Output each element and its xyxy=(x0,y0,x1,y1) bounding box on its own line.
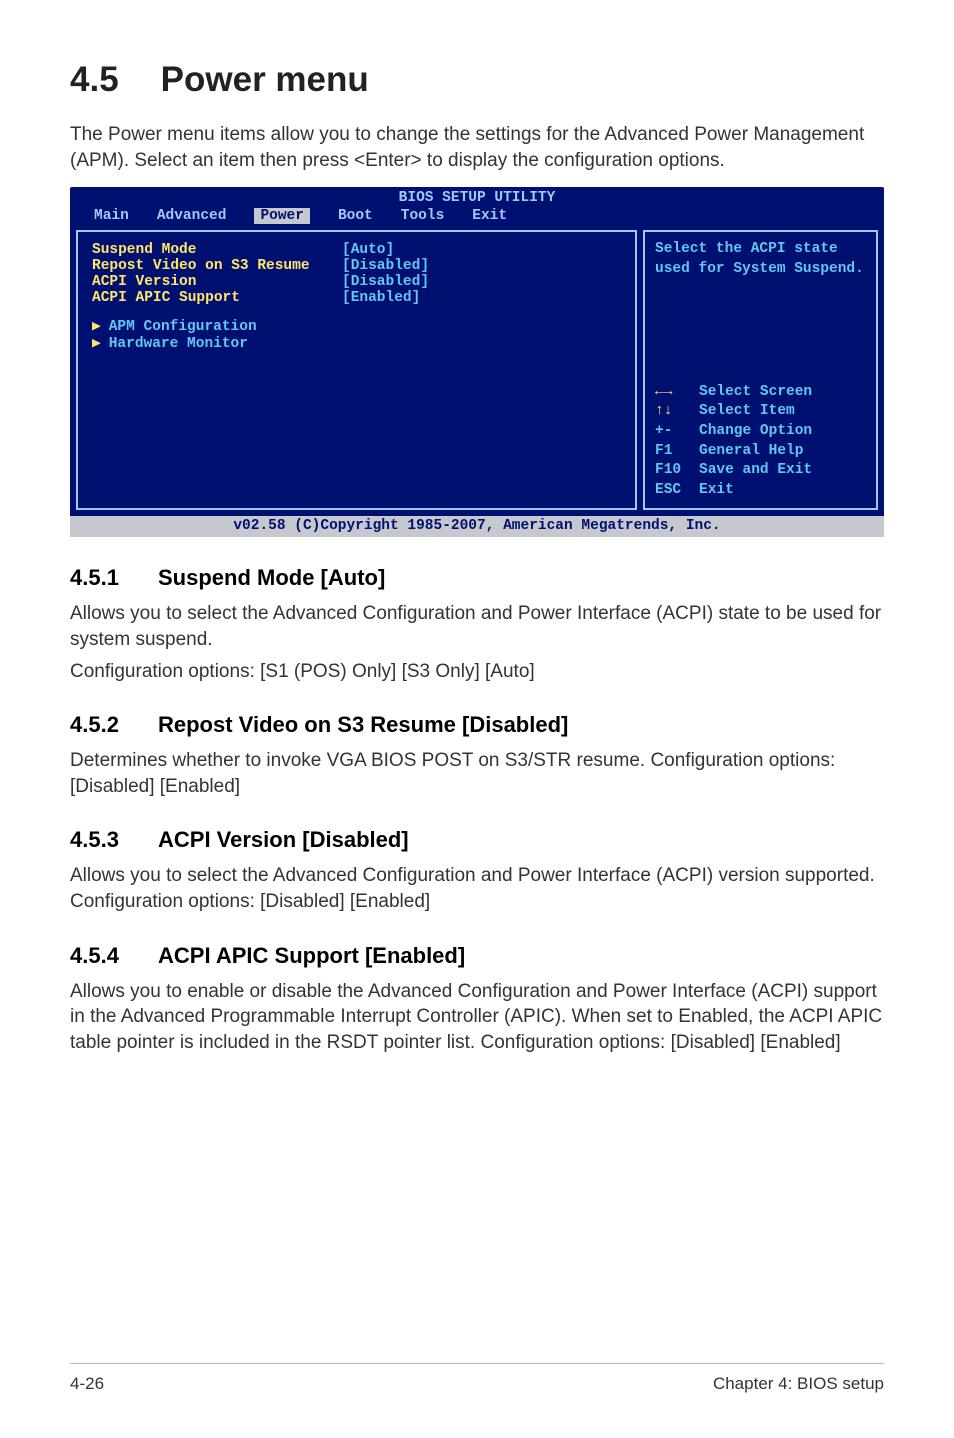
bios-option-suspend-mode[interactable]: Suspend Mode [Auto] xyxy=(92,242,621,258)
subsection-para: Allows you to enable or disable the Adva… xyxy=(70,979,884,1056)
bios-submenu-label: Hardware Monitor xyxy=(109,336,248,352)
chapter-label: Chapter 4: BIOS setup xyxy=(713,1374,884,1394)
bios-option-value: [Enabled] xyxy=(342,290,420,306)
bios-screenshot: BIOS SETUP UTILITY Main Advanced Power B… xyxy=(70,187,884,537)
legend-key-f1: F1 xyxy=(655,442,699,462)
submenu-arrow-icon: ▶ xyxy=(92,336,101,352)
bios-tab-exit[interactable]: Exit xyxy=(472,208,507,224)
subsection-heading-453: 4.5.3ACPI Version [Disabled] xyxy=(70,827,884,853)
legend-desc: General Help xyxy=(699,443,803,459)
legend-desc: Exit xyxy=(699,482,734,498)
bios-tab-boot[interactable]: Boot xyxy=(338,208,373,224)
legend-key-arrows-lr: ←→ xyxy=(655,383,699,403)
subsection-heading-452: 4.5.2Repost Video on S3 Resume [Disabled… xyxy=(70,712,884,738)
legend-key-esc: ESC xyxy=(655,481,699,501)
subsection-para: Determines whether to invoke VGA BIOS PO… xyxy=(70,748,884,799)
subsection-para: Allows you to select the Advanced Config… xyxy=(70,601,884,652)
bios-submenu-hwmonitor[interactable]: ▶ Hardware Monitor xyxy=(92,335,621,352)
legend-desc: Select Item xyxy=(699,403,795,419)
legend-key-f10: F10 xyxy=(655,461,699,481)
bios-option-value: [Disabled] xyxy=(342,258,429,274)
legend-key-arrows-ud: ↑↓ xyxy=(655,402,699,422)
subsection-number: 4.5.4 xyxy=(70,943,158,969)
subsection-number: 4.5.3 xyxy=(70,827,158,853)
subsection-number: 4.5.2 xyxy=(70,712,158,738)
page-number: 4-26 xyxy=(70,1374,104,1394)
subsection-title: Suspend Mode [Auto] xyxy=(158,565,385,590)
bios-tab-tools[interactable]: Tools xyxy=(401,208,445,224)
bios-left-pane: Suspend Mode [Auto] Repost Video on S3 R… xyxy=(76,230,637,510)
subsection-number: 4.5.1 xyxy=(70,565,158,591)
legend-row: +-Change Option xyxy=(655,422,866,442)
section-heading: 4.5 Power menu xyxy=(70,60,884,100)
legend-row: F1General Help xyxy=(655,442,866,462)
bios-option-value: [Auto] xyxy=(342,242,394,258)
bios-legend: ←→Select Screen ↑↓Select Item +-Change O… xyxy=(655,383,866,500)
section-intro: The Power menu items allow you to change… xyxy=(70,122,884,173)
subsection-heading-454: 4.5.4ACPI APIC Support [Enabled] xyxy=(70,943,884,969)
subsection-title: Repost Video on S3 Resume [Disabled] xyxy=(158,712,568,737)
bios-option-label: Suspend Mode xyxy=(92,242,342,258)
bios-right-pane: Select the ACPI state used for System Su… xyxy=(643,230,878,510)
bios-option-repost-video[interactable]: Repost Video on S3 Resume [Disabled] xyxy=(92,258,621,274)
bios-tab-power[interactable]: Power xyxy=(254,208,310,224)
bios-title: BIOS SETUP UTILITY xyxy=(70,187,884,206)
legend-row: ←→Select Screen xyxy=(655,383,866,403)
legend-desc: Save and Exit xyxy=(699,462,812,478)
bios-option-label: Repost Video on S3 Resume xyxy=(92,258,342,274)
legend-desc: Change Option xyxy=(699,423,812,439)
subsection-para: Configuration options: [S1 (POS) Only] [… xyxy=(70,659,884,685)
legend-row: ESCExit xyxy=(655,481,866,501)
page-footer: 4-26 Chapter 4: BIOS setup xyxy=(70,1363,884,1394)
bios-submenu-apm[interactable]: ▶ APM Configuration xyxy=(92,318,621,335)
bios-option-label: ACPI APIC Support xyxy=(92,290,342,306)
bios-tab-bar: Main Advanced Power Boot Tools Exit xyxy=(70,206,884,230)
bios-help-text: Select the ACPI state used for System Su… xyxy=(655,240,866,279)
bios-option-acpi-apic[interactable]: ACPI APIC Support [Enabled] xyxy=(92,290,621,306)
section-title-text: Power menu xyxy=(161,60,369,99)
bios-option-acpi-version[interactable]: ACPI Version [Disabled] xyxy=(92,274,621,290)
bios-submenu-label: APM Configuration xyxy=(109,319,257,335)
legend-key-plusminus: +- xyxy=(655,422,699,442)
subsection-title: ACPI Version [Disabled] xyxy=(158,827,409,852)
subsection-para: Allows you to select the Advanced Config… xyxy=(70,863,884,914)
bios-tab-main[interactable]: Main xyxy=(94,208,129,224)
legend-row: ↑↓Select Item xyxy=(655,402,866,422)
submenu-arrow-icon: ▶ xyxy=(92,319,101,335)
legend-row: F10Save and Exit xyxy=(655,461,866,481)
legend-desc: Select Screen xyxy=(699,384,812,400)
subsection-title: ACPI APIC Support [Enabled] xyxy=(158,943,465,968)
bios-tab-advanced[interactable]: Advanced xyxy=(157,208,227,224)
bios-option-value: [Disabled] xyxy=(342,274,429,290)
section-number: 4.5 xyxy=(70,60,119,99)
bios-option-label: ACPI Version xyxy=(92,274,342,290)
bios-footer: v02.58 (C)Copyright 1985-2007, American … xyxy=(70,516,884,537)
subsection-heading-451: 4.5.1Suspend Mode [Auto] xyxy=(70,565,884,591)
